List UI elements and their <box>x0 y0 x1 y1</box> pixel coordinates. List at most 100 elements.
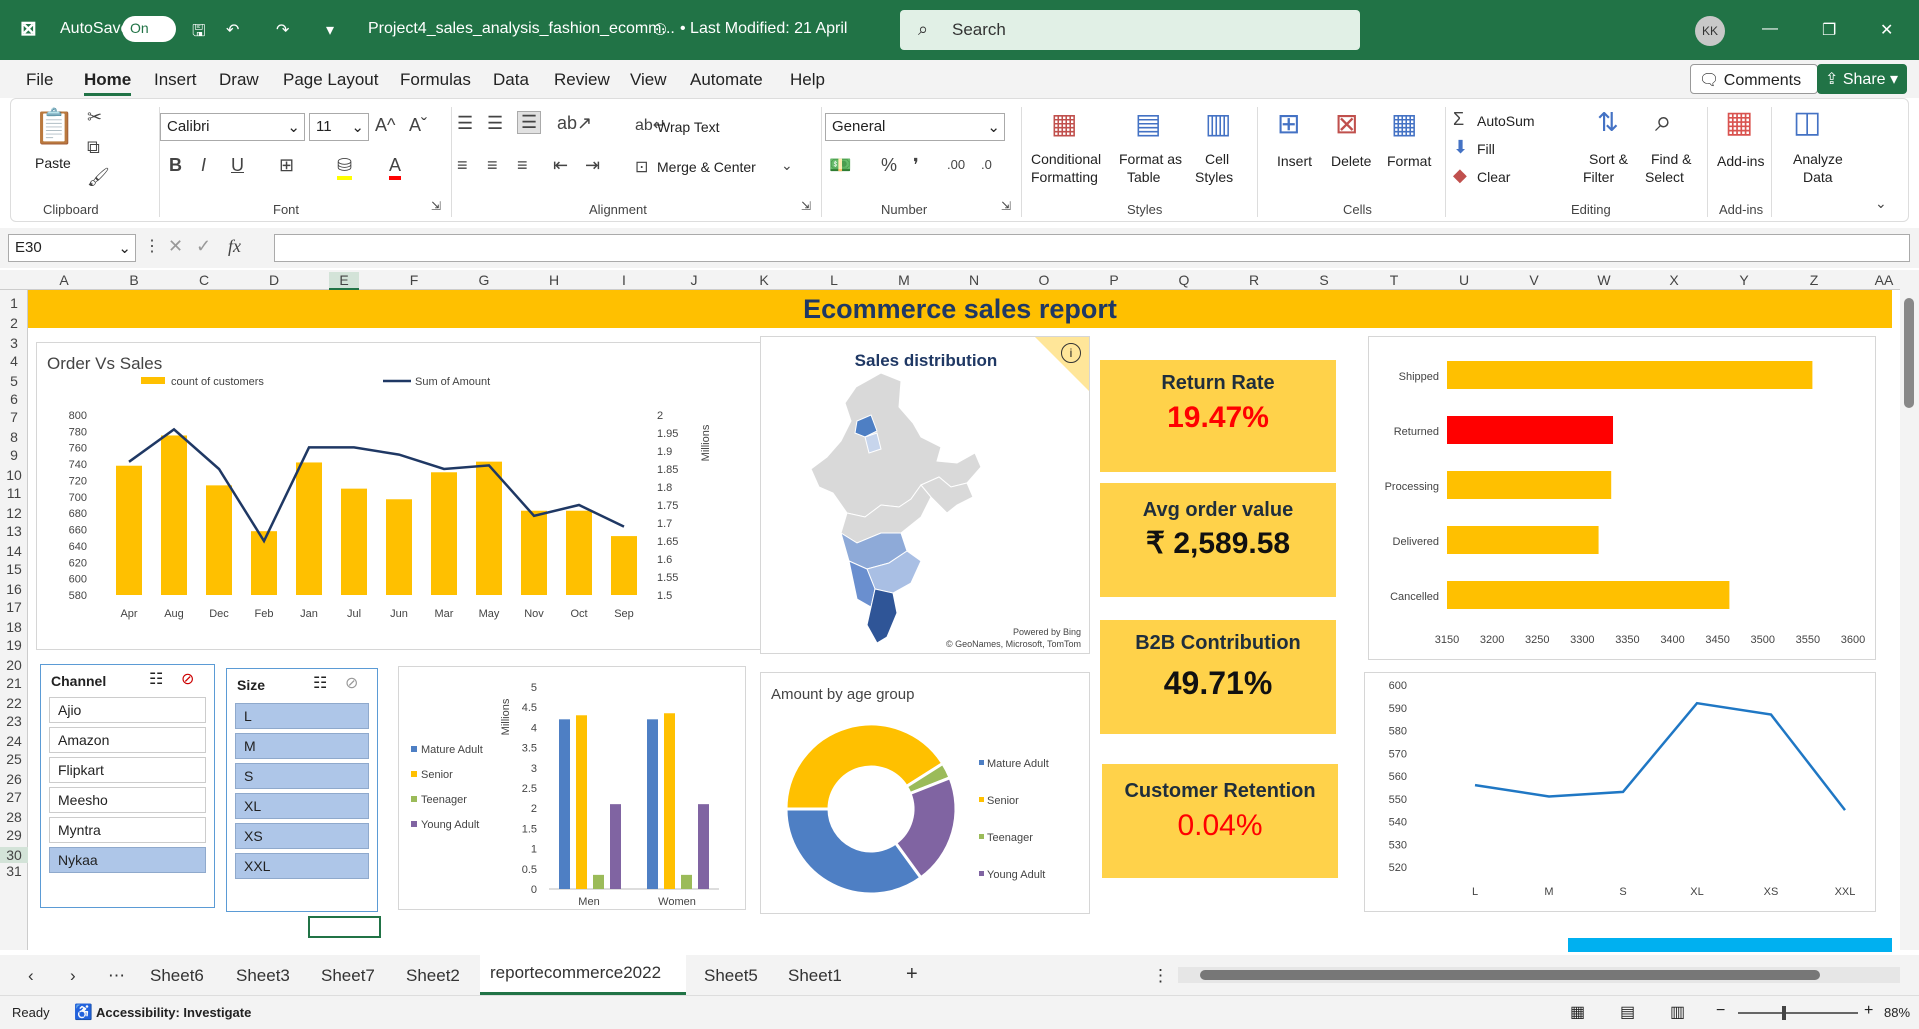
formula-input[interactable] <box>274 234 1910 262</box>
save-icon[interactable]: 🖫 <box>192 20 206 47</box>
conditional-formatting-label-1[interactable]: Conditional <box>1031 151 1101 167</box>
column-header-j[interactable]: J <box>679 272 709 288</box>
fill-button[interactable]: Fill <box>1477 141 1495 157</box>
cut-icon[interactable]: ✂ <box>87 107 102 128</box>
conditional-formatting-icon[interactable]: ▦ <box>1051 107 1077 140</box>
column-header-t[interactable]: T <box>1379 272 1409 288</box>
align-middle-icon[interactable]: ☰ <box>487 113 503 134</box>
column-header-a[interactable]: A <box>49 272 79 288</box>
align-top-icon[interactable]: ☰ <box>457 113 473 134</box>
align-bottom-icon[interactable]: ☰ <box>517 111 542 134</box>
insert-cells-icon[interactable]: ⊞ <box>1277 107 1300 140</box>
row-header-18[interactable]: 18 <box>0 619 28 635</box>
find-select-icon[interactable]: ⌕ <box>1655 105 1672 139</box>
row-header-11[interactable]: 11 <box>0 485 28 501</box>
size-line-chart[interactable]: 600 590 580 570 560 550 540 530 520 L M S XL XS XXL <box>1364 672 1876 912</box>
format-as-table-label-1[interactable]: Format as <box>1119 151 1182 167</box>
horizontal-scrollbar[interactable] <box>1178 967 1900 983</box>
tab-data[interactable]: Data <box>493 70 529 90</box>
zoom-out-icon[interactable]: − <box>1716 1002 1725 1020</box>
tab-page-layout[interactable]: Page Layout <box>283 70 378 90</box>
conditional-formatting-label-2[interactable]: Formatting <box>1031 169 1098 185</box>
format-cells-button[interactable]: Format <box>1387 153 1431 169</box>
delete-cells-button[interactable]: Delete <box>1331 153 1371 169</box>
align-left-icon[interactable]: ≡ <box>457 155 468 176</box>
multi-select-icon[interactable]: ☷ <box>313 673 327 693</box>
column-header-d[interactable]: D <box>259 272 289 288</box>
row-header-29[interactable]: 29 <box>0 827 28 843</box>
cell-styles-icon[interactable]: ▥ <box>1205 107 1231 140</box>
sort-filter-label-2[interactable]: Filter <box>1583 169 1614 185</box>
paste-button[interactable]: Paste <box>35 155 71 171</box>
sort-filter-icon[interactable]: ⇅ <box>1597 107 1619 138</box>
decrease-decimal-icon[interactable]: .0 <box>981 157 992 172</box>
row-header-8[interactable]: 8 <box>0 429 28 445</box>
column-header-g[interactable]: G <box>469 272 499 288</box>
column-header-k[interactable]: K <box>749 272 779 288</box>
column-header-x[interactable]: X <box>1659 272 1689 288</box>
customize-qat-icon[interactable]: ▾ <box>326 20 334 40</box>
number-format-select[interactable]: General ⌄ <box>825 113 1005 141</box>
row-header-7[interactable]: 7 <box>0 409 28 425</box>
channel-slicer-item[interactable]: Amazon <box>49 727 206 753</box>
undo-icon[interactable]: ↶ <box>226 20 239 40</box>
confirm-entry-icon[interactable]: ✓ <box>196 236 211 257</box>
column-header-b[interactable]: B <box>119 272 149 288</box>
clear-filter-icon[interactable]: ⊘ <box>345 673 358 693</box>
cancel-entry-icon[interactable]: ✕ <box>168 236 183 257</box>
avatar[interactable]: KK <box>1695 16 1725 46</box>
size-slicer-item[interactable]: XS <box>235 823 369 849</box>
channel-slicer-item[interactable]: Flipkart <box>49 757 206 783</box>
row-header-3[interactable]: 3 <box>0 335 28 351</box>
column-header-l[interactable]: L <box>819 272 849 288</box>
new-sheet-icon[interactable]: + <box>906 963 918 986</box>
tab-insert[interactable]: Insert <box>154 70 197 90</box>
size-slicer[interactable]: Size ☷ ⊘ L M S XL XS XXL <box>226 668 378 912</box>
row-header-2[interactable]: 2 <box>0 315 28 331</box>
merge-center-icon[interactable]: ⊡ <box>635 157 648 177</box>
delete-cells-icon[interactable]: ⊠ <box>1335 107 1358 140</box>
sheet-tab-sheet5[interactable]: Sheet5 <box>704 966 758 986</box>
decrease-font-icon[interactable]: Aˇ <box>409 115 427 136</box>
clear-button[interactable]: Clear <box>1477 169 1510 185</box>
column-header-o[interactable]: O <box>1029 272 1059 288</box>
tab-file[interactable]: File <box>26 70 53 90</box>
font-color-icon[interactable]: A <box>389 155 402 180</box>
row-header-6[interactable]: 6 <box>0 391 28 407</box>
increase-indent-icon[interactable]: ⇥ <box>585 155 600 176</box>
merge-center-button[interactable]: Merge & Center <box>657 159 756 175</box>
row-header-19[interactable]: 19 <box>0 637 28 653</box>
font-size-select[interactable]: 11 ⌄ <box>309 113 369 141</box>
row-header-1[interactable]: 1 <box>0 295 28 311</box>
insert-function-icon[interactable]: fx <box>228 236 241 257</box>
format-painter-icon[interactable]: 🖌 <box>87 167 110 188</box>
add-ins-button[interactable]: Add-ins <box>1717 153 1764 169</box>
channel-slicer-item[interactable]: Nykaa <box>49 847 206 873</box>
autosum-button[interactable]: AutoSum <box>1477 113 1535 129</box>
find-select-label-2[interactable]: Select <box>1645 169 1684 185</box>
paste-icon[interactable]: 📋 <box>33 107 75 147</box>
insert-cells-button[interactable]: Insert <box>1277 153 1312 169</box>
column-header-q[interactable]: Q <box>1169 272 1199 288</box>
zoom-slider[interactable] <box>1738 1006 1858 1020</box>
scroll-tabs-left-icon[interactable]: ‹ <box>28 966 34 986</box>
worksheet[interactable]: Ecommerce sales report Order Vs Sales cou… <box>28 290 1900 952</box>
more-sheets-icon[interactable]: ⋯ <box>108 966 125 986</box>
row-header-14[interactable]: 14 <box>0 543 28 559</box>
row-header-16[interactable]: 16 <box>0 581 28 597</box>
accessibility-status[interactable]: Accessibility: Investigate <box>96 1005 251 1020</box>
tab-view[interactable]: View <box>630 70 667 90</box>
gender-age-chart[interactable]: Mature Adult Senior Teenager Young Adult 5 4.… <box>398 666 746 910</box>
size-slicer-item[interactable]: M <box>235 733 369 759</box>
column-header-v[interactable]: V <box>1519 272 1549 288</box>
column-header-u[interactable]: U <box>1449 272 1479 288</box>
autosave-toggle[interactable]: On <box>122 16 176 42</box>
row-header-27[interactable]: 27 <box>0 789 28 805</box>
column-header-i[interactable]: I <box>609 272 639 288</box>
zoom-level[interactable]: 88% <box>1884 1005 1910 1020</box>
font-dialog-launcher-icon[interactable]: ⇲ <box>431 199 441 213</box>
increase-font-icon[interactable]: A^ <box>375 115 395 136</box>
row-header-30[interactable]: 30 <box>0 847 28 863</box>
close-icon[interactable]: ✕ <box>1880 20 1893 40</box>
row-header-26[interactable]: 26 <box>0 771 28 787</box>
